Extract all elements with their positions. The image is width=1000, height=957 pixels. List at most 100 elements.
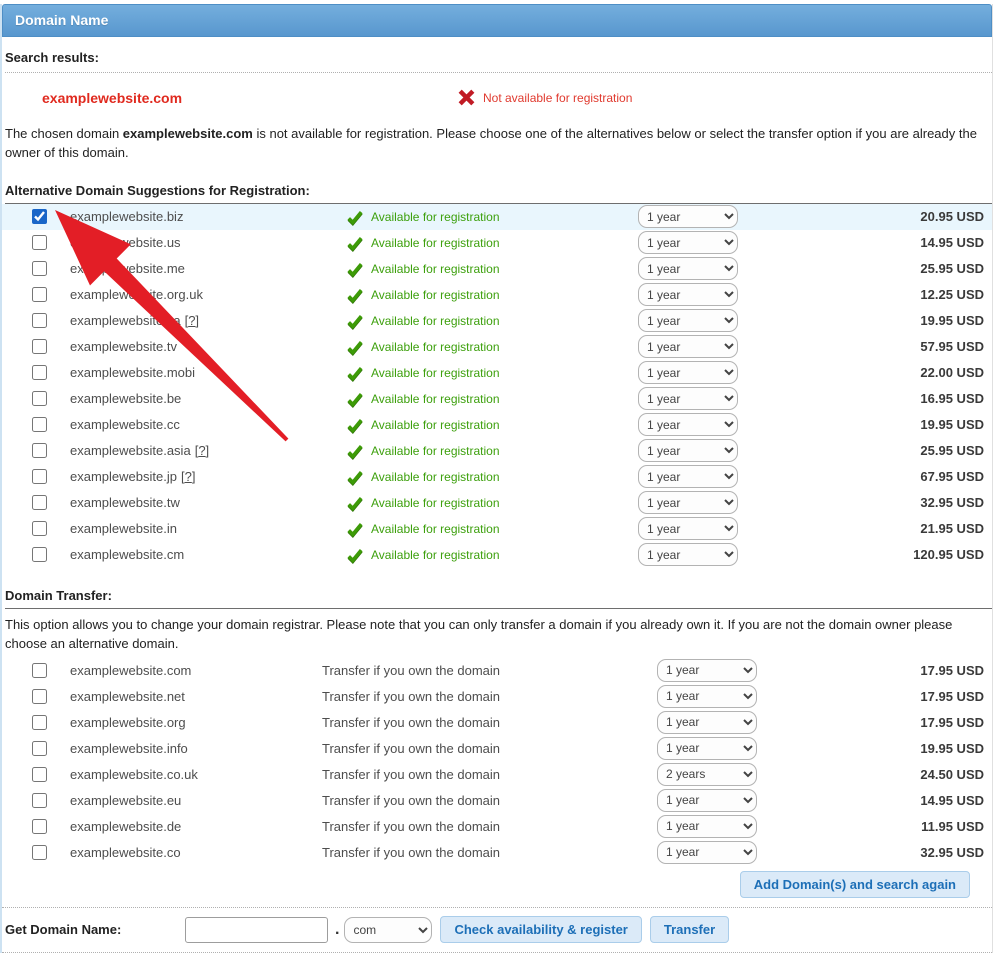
checkbox-cell — [2, 235, 70, 250]
domain-name-label: examplewebsite.us — [70, 235, 347, 250]
price-label: 17.95 USD — [769, 663, 992, 678]
domain-name-label: examplewebsite.cc — [70, 417, 347, 432]
domain-select-checkbox[interactable] — [32, 417, 47, 432]
period-cell: 1 year — [638, 283, 750, 306]
domain-select-checkbox[interactable] — [32, 547, 47, 562]
transfer-period-select[interactable]: 1 year — [657, 841, 757, 864]
price-label: 22.00 USD — [750, 365, 992, 380]
domain-suggestion-row: examplewebsite.tw Available for registra… — [2, 490, 992, 516]
period-cell: 1 year — [657, 685, 769, 708]
domain-select-checkbox[interactable] — [32, 495, 47, 510]
period-cell: 1 year — [638, 361, 750, 384]
price-label: 19.95 USD — [769, 741, 992, 756]
domain-select-checkbox[interactable] — [32, 339, 47, 354]
domain-name-label: examplewebsite.mobi — [70, 365, 347, 380]
registration-period-select[interactable]: 1 year — [638, 465, 738, 488]
registration-period-select[interactable]: 1 year — [638, 439, 738, 462]
availability-label: Available for registration — [371, 444, 500, 458]
domain-suggestion-row: examplewebsite.be Available for registra… — [2, 386, 992, 412]
registration-period-select[interactable]: 1 year — [638, 361, 738, 384]
alternatives-list: examplewebsite.biz Available for registr… — [2, 204, 992, 568]
period-cell: 1 year — [638, 387, 750, 410]
domain-select-checkbox[interactable] — [32, 443, 47, 458]
transfer-select-checkbox[interactable] — [32, 663, 47, 678]
check-icon — [347, 547, 363, 563]
checkbox-cell — [2, 793, 70, 808]
search-result-row: examplewebsite.com Not available for reg… — [2, 73, 992, 117]
transfer-heading: Domain Transfer: — [5, 588, 992, 609]
x-icon — [457, 88, 476, 107]
price-label: 25.95 USD — [750, 443, 992, 458]
period-cell: 1 year — [638, 439, 750, 462]
registration-period-select[interactable]: 1 year — [638, 543, 738, 566]
tld-select[interactable]: com — [344, 917, 432, 943]
tld-hint-link[interactable]: [?] — [195, 443, 209, 458]
transfer-select-checkbox[interactable] — [32, 845, 47, 860]
registration-period-select[interactable]: 1 year — [638, 491, 738, 514]
domain-name-label: examplewebsite.org — [70, 715, 322, 730]
registration-period-select[interactable]: 1 year — [638, 309, 738, 332]
domain-name-label: examplewebsite.eu — [70, 793, 322, 808]
period-cell: 1 year — [638, 465, 750, 488]
registration-period-select[interactable]: 1 year — [638, 387, 738, 410]
transfer-select-checkbox[interactable] — [32, 767, 47, 782]
registration-period-select[interactable]: 1 year — [638, 257, 738, 280]
period-cell: 1 year — [638, 335, 750, 358]
checkbox-cell — [2, 845, 70, 860]
checkbox-cell — [2, 547, 70, 562]
registration-period-select[interactable]: 1 year — [638, 413, 738, 436]
period-cell: 1 year — [657, 841, 769, 864]
explanation-text: The chosen domain examplewebsite.com is … — [5, 125, 989, 163]
availability-label: Available for registration — [371, 548, 500, 562]
registration-period-select[interactable]: 1 year — [638, 517, 738, 540]
domain-suggestion-row: examplewebsite.cm Available for registra… — [2, 542, 992, 568]
transfer-period-select[interactable]: 1 year — [657, 659, 757, 682]
registration-period-select[interactable]: 1 year — [638, 283, 738, 306]
transfer-select-checkbox[interactable] — [32, 741, 47, 756]
domain-select-checkbox[interactable] — [32, 313, 47, 328]
domain-name-input[interactable] — [185, 917, 328, 943]
transfer-period-select[interactable]: 2 years — [657, 763, 757, 786]
transfer-period-select[interactable]: 1 year — [657, 685, 757, 708]
domain-select-checkbox[interactable] — [32, 365, 47, 380]
domain-select-checkbox[interactable] — [32, 287, 47, 302]
registration-period-select[interactable]: 1 year — [638, 231, 738, 254]
domain-select-checkbox[interactable] — [32, 209, 47, 224]
price-label: 19.95 USD — [750, 313, 992, 328]
checkbox-cell — [2, 663, 70, 678]
domain-select-checkbox[interactable] — [32, 391, 47, 406]
transfer-select-checkbox[interactable] — [32, 689, 47, 704]
explanation-domain: examplewebsite.com — [123, 126, 253, 141]
transfer-period-select[interactable]: 1 year — [657, 815, 757, 838]
transfer-period-select[interactable]: 1 year — [657, 711, 757, 734]
domain-suggestion-row: examplewebsite.mobi Available for regist… — [2, 360, 992, 386]
domain-name-label: examplewebsite.co — [70, 845, 322, 860]
checkbox-cell — [2, 209, 70, 224]
add-domains-button[interactable]: Add Domain(s) and search again — [740, 871, 970, 898]
registration-period-select[interactable]: 1 year — [638, 335, 738, 358]
not-available-label: Not available for registration — [483, 91, 632, 105]
transfer-period-select[interactable]: 1 year — [657, 737, 757, 760]
check-register-button[interactable]: Check availability & register — [440, 916, 641, 943]
get-domain-bar: Get Domain Name: . com Check availabilit… — [2, 907, 992, 953]
transfer-own-label: Transfer if you own the domain — [322, 689, 657, 704]
price-label: 67.95 USD — [750, 469, 992, 484]
domain-select-checkbox[interactable] — [32, 521, 47, 536]
domain-select-checkbox[interactable] — [32, 235, 47, 250]
check-icon — [347, 521, 363, 537]
transfer-select-checkbox[interactable] — [32, 819, 47, 834]
availability-label: Available for registration — [371, 210, 500, 224]
check-icon — [347, 339, 363, 355]
transfer-period-select[interactable]: 1 year — [657, 789, 757, 812]
registration-period-select[interactable]: 1 year — [638, 205, 738, 228]
period-cell: 1 year — [638, 517, 750, 540]
tld-hint-link[interactable]: [?] — [185, 313, 199, 328]
domain-select-checkbox[interactable] — [32, 261, 47, 276]
availability-label: Available for registration — [371, 288, 500, 302]
transfer-own-label: Transfer if you own the domain — [322, 715, 657, 730]
transfer-select-checkbox[interactable] — [32, 715, 47, 730]
domain-select-checkbox[interactable] — [32, 469, 47, 484]
tld-hint-link[interactable]: [?] — [181, 469, 195, 484]
transfer-select-checkbox[interactable] — [32, 793, 47, 808]
transfer-search-button[interactable]: Transfer — [650, 916, 729, 943]
